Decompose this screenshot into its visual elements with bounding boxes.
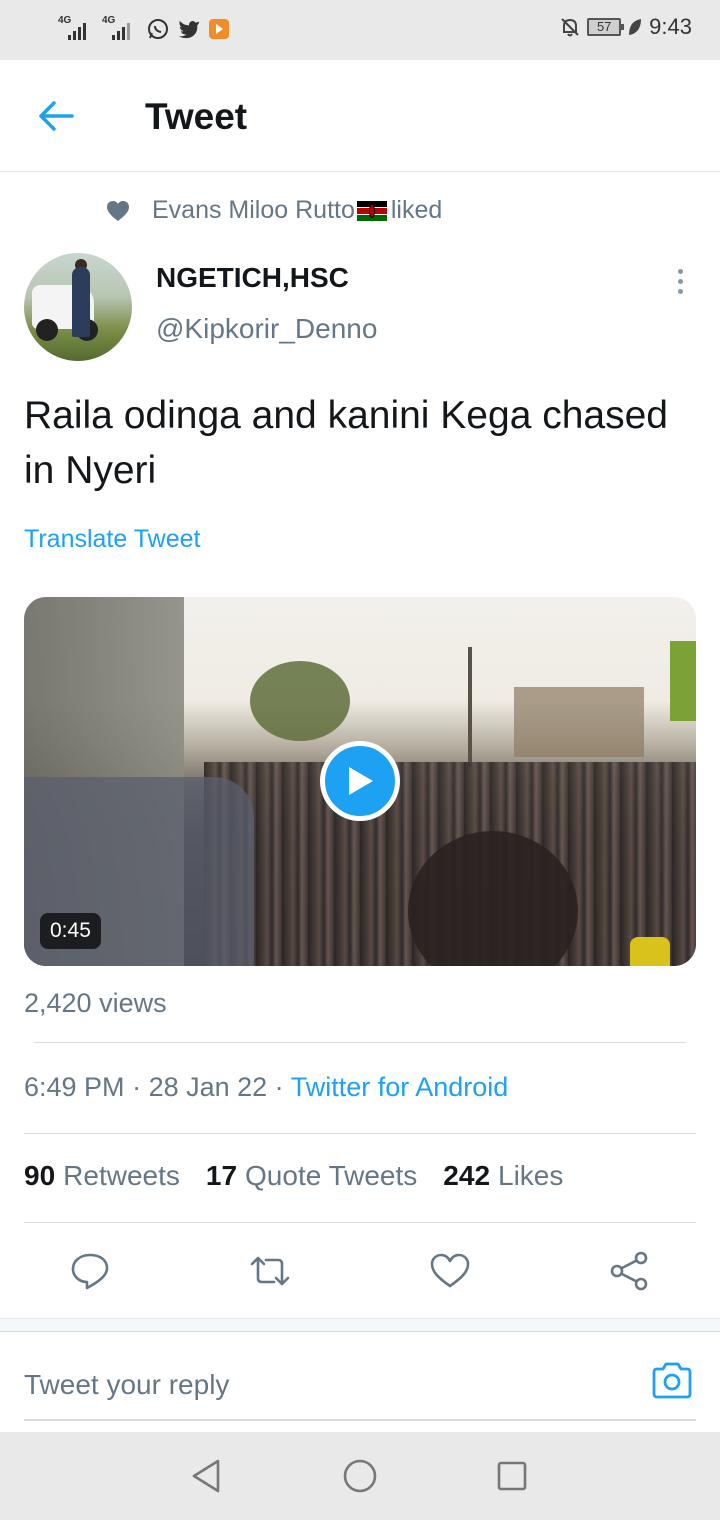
divider	[24, 1133, 696, 1134]
retweet-button[interactable]	[245, 1246, 295, 1296]
nav-home-button[interactable]	[340, 1456, 380, 1496]
avatar[interactable]	[24, 253, 132, 361]
likes-count: 242	[443, 1160, 491, 1191]
kenya-flag-icon	[356, 200, 387, 221]
video-player[interactable]: 0:45	[24, 597, 696, 966]
status-right: 57 9:43	[559, 14, 692, 40]
reply-input[interactable]	[24, 1365, 604, 1405]
nav-back-button[interactable]	[186, 1456, 226, 1496]
section-separator	[0, 1318, 720, 1332]
liker-name: Evans Miloo Rutto	[152, 196, 355, 224]
reply-icon	[71, 1253, 109, 1290]
signal-icon: 4G	[58, 14, 94, 44]
retweets-stat[interactable]: 90 Retweets	[24, 1160, 180, 1192]
quotes-label: Quote Tweets	[245, 1160, 418, 1191]
heart-filled-icon	[107, 200, 129, 221]
reply-composer	[24, 1355, 696, 1421]
status-left: 4G 4G	[58, 14, 230, 44]
whatsapp-icon	[148, 19, 168, 39]
reply-button[interactable]	[65, 1246, 115, 1296]
tweet-source-link[interactable]: Twitter for Android	[291, 1072, 509, 1102]
back-button[interactable]	[36, 96, 76, 136]
play-icon	[349, 767, 373, 795]
battery-icon: 57	[587, 18, 625, 36]
mute-icon	[561, 18, 579, 37]
retweet-icon	[250, 1256, 290, 1286]
tweet-meta: 6:49 PM · 28 Jan 22 · Twitter for Androi…	[24, 1072, 508, 1103]
app-header: Tweet	[0, 60, 720, 172]
share-button[interactable]	[604, 1246, 654, 1296]
video-duration: 0:45	[40, 913, 101, 949]
author-name[interactable]: NGETICH,HSC	[156, 262, 349, 294]
engagement-stats: 90 Retweets 17 Quote Tweets 242 Likes	[24, 1160, 563, 1192]
meta-separator: ·	[267, 1072, 291, 1102]
tweet-date: 28 Jan 22	[148, 1072, 268, 1102]
likes-label: Likes	[498, 1160, 564, 1191]
nav-back-icon	[192, 1459, 220, 1493]
camera-icon	[652, 1362, 692, 1399]
status-time: 9:43	[649, 14, 692, 39]
action-bar	[0, 1246, 720, 1296]
author-handle[interactable]: @Kipkorir_Denno	[156, 313, 377, 345]
twitter-icon	[178, 20, 200, 39]
quotes-count: 17	[205, 1160, 238, 1191]
nav-recents-icon	[497, 1461, 527, 1491]
like-button[interactable]	[425, 1246, 475, 1296]
page-title: Tweet	[145, 96, 248, 137]
app-notification-icon	[209, 19, 229, 39]
divider	[34, 1042, 686, 1043]
meta-separator: ·	[124, 1072, 149, 1102]
translate-tweet-link[interactable]: Translate Tweet	[24, 525, 200, 554]
quote-tweets-stat[interactable]: 17 Quote Tweets	[206, 1160, 417, 1192]
view-count: 2,420 views	[24, 988, 167, 1018]
nav-home-icon	[343, 1459, 377, 1493]
social-action: liked	[390, 196, 443, 224]
play-button[interactable]	[320, 741, 400, 821]
nav-recents-button[interactable]	[492, 1456, 532, 1496]
retweets-label: Retweets	[63, 1160, 180, 1191]
camera-button[interactable]	[650, 1361, 694, 1401]
system-nav-bar	[0, 1432, 720, 1520]
like-icon	[430, 1253, 470, 1288]
signal-icon: 4G	[102, 14, 138, 44]
retweets-count: 90	[24, 1160, 56, 1191]
likes-stat[interactable]: 242 Likes	[443, 1160, 563, 1192]
more-options-button[interactable]	[666, 266, 694, 300]
divider	[24, 1222, 696, 1223]
more-dots-icon	[677, 269, 683, 274]
leaf-icon	[629, 19, 642, 35]
tweet-time: 6:49 PM	[24, 1072, 125, 1102]
tweet-text: Raila odinga and kanini Kega chased in N…	[24, 394, 668, 492]
arrow-left-icon	[39, 101, 74, 131]
social-context[interactable]: Evans Miloo Rutto liked	[106, 196, 442, 225]
share-icon	[610, 1251, 648, 1291]
status-bar: 4G 4G 57 9:43	[0, 0, 720, 60]
